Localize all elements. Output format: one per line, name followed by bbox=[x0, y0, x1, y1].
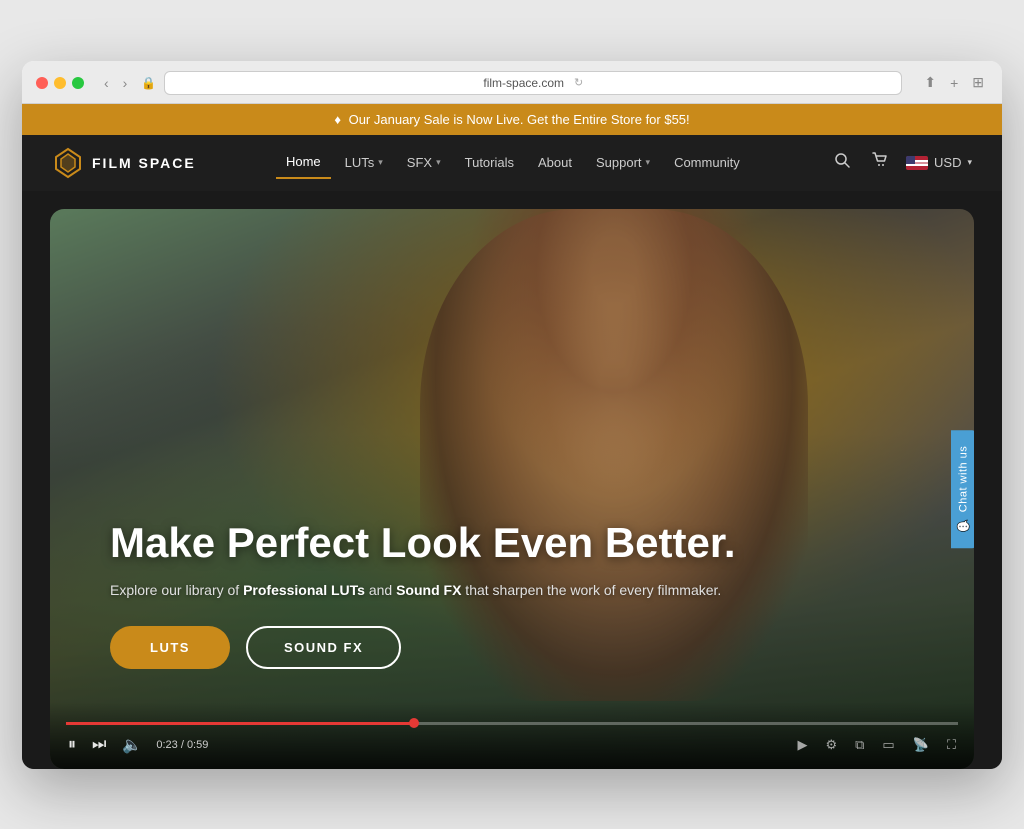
miniplayer-button[interactable]: ⧉ bbox=[853, 735, 866, 755]
maximize-button[interactable] bbox=[72, 77, 84, 89]
cart-icon bbox=[872, 152, 888, 168]
browser-nav-controls: ‹ › bbox=[100, 73, 131, 93]
browser-actions: ⬆ + ⊞ bbox=[920, 72, 988, 93]
cast-button[interactable]: 📡 bbox=[911, 735, 931, 755]
video-progress-fill bbox=[66, 722, 414, 725]
theater-button[interactable]: ▭ bbox=[880, 735, 896, 755]
back-button[interactable]: ‹ bbox=[100, 73, 113, 93]
nav-item-sfx: SFX ▾ bbox=[397, 147, 451, 178]
address-bar[interactable]: film-space.com ↻ bbox=[164, 71, 902, 95]
currency-selector[interactable]: USD ▾ bbox=[906, 155, 972, 170]
settings-button[interactable]: ⚙ bbox=[823, 735, 839, 755]
hero-video-container: Make Perfect Look Even Better. Explore o… bbox=[50, 209, 974, 769]
fullscreen-button[interactable]: ⛶ bbox=[945, 735, 958, 755]
controls-right: ▶ ⚙ ⧉ ▭ 📡 ⛶ bbox=[795, 735, 958, 755]
nav-link-luts[interactable]: LUTs ▾ bbox=[335, 147, 393, 178]
play-circle-button[interactable]: ▶ bbox=[795, 735, 809, 755]
nav-link-sfx[interactable]: SFX ▾ bbox=[397, 147, 451, 178]
search-icon bbox=[834, 152, 850, 168]
us-flag-icon bbox=[906, 156, 928, 170]
time-display: 0:23 / 0:59 bbox=[156, 739, 208, 751]
logo-icon bbox=[52, 147, 84, 179]
cart-button[interactable] bbox=[868, 148, 892, 177]
video-progress-dot bbox=[409, 718, 419, 728]
hero-content: Make Perfect Look Even Better. Explore o… bbox=[50, 209, 974, 769]
currency-chevron-icon: ▾ bbox=[967, 157, 972, 168]
video-progress-bar[interactable] bbox=[66, 722, 958, 725]
sfx-chevron-icon: ▾ bbox=[436, 157, 441, 168]
address-bar-container: 🔒 film-space.com ↻ bbox=[141, 71, 902, 95]
url-text: film-space.com bbox=[483, 76, 564, 90]
next-button[interactable]: ⏭ bbox=[90, 734, 108, 756]
browser-chrome: ‹ › 🔒 film-space.com ↻ ⬆ + ⊞ bbox=[22, 61, 1002, 104]
nav-link-community[interactable]: Community bbox=[664, 147, 750, 178]
logo-text: FILM SPACE bbox=[92, 155, 196, 171]
luts-chevron-icon: ▾ bbox=[378, 157, 383, 168]
nav-item-community: Community bbox=[664, 147, 750, 178]
diamond-icon: ♦ bbox=[334, 112, 341, 127]
minimize-button[interactable] bbox=[54, 77, 66, 89]
controls-row: ⏸ ⏭ 🔈 0:23 / 0:59 ▶ ⚙ ⧉ bbox=[66, 733, 958, 757]
nav-link-tutorials[interactable]: Tutorials bbox=[455, 147, 524, 178]
controls-left: ⏸ ⏭ 🔈 0:23 / 0:59 bbox=[66, 733, 208, 757]
nav-link-support[interactable]: Support ▾ bbox=[586, 147, 660, 178]
nav-link-about[interactable]: About bbox=[528, 147, 582, 178]
nav-link-home[interactable]: Home bbox=[276, 146, 331, 179]
hero-buttons: LUTS SOUND FX bbox=[110, 626, 914, 669]
support-chevron-icon: ▾ bbox=[646, 157, 651, 168]
soundfx-button[interactable]: SOUND FX bbox=[246, 626, 401, 669]
video-controls: ⏸ ⏭ 🔈 0:23 / 0:59 ▶ ⚙ ⧉ bbox=[50, 702, 974, 769]
chat-label: Chat with us bbox=[958, 445, 970, 512]
pause-button[interactable]: ⏸ bbox=[66, 734, 78, 756]
logo-link[interactable]: FILM SPACE bbox=[52, 147, 196, 179]
nav-menu: Home LUTs ▾ SFX ▾ Tutorials bbox=[216, 146, 810, 179]
chat-icon: 💬 bbox=[957, 518, 970, 532]
close-button[interactable] bbox=[36, 77, 48, 89]
share-button[interactable]: ⬆ bbox=[920, 72, 940, 93]
nav-item-luts: LUTs ▾ bbox=[335, 147, 393, 178]
nav-actions: USD ▾ bbox=[830, 148, 972, 177]
main-nav: FILM SPACE Home LUTs ▾ SFX ▾ bbox=[22, 135, 1002, 191]
nav-item-support: Support ▾ bbox=[586, 147, 660, 178]
forward-button[interactable]: › bbox=[119, 73, 132, 93]
hero-section: Make Perfect Look Even Better. Explore o… bbox=[50, 209, 974, 769]
volume-button[interactable]: 🔈 bbox=[120, 733, 144, 757]
reload-icon[interactable]: ↻ bbox=[574, 76, 583, 89]
grid-view-button[interactable]: ⊞ bbox=[968, 72, 988, 93]
currency-text: USD bbox=[934, 155, 961, 170]
nav-item-tutorials: Tutorials bbox=[455, 147, 524, 178]
announcement-bar[interactable]: ♦ Our January Sale is Now Live. Get the … bbox=[22, 104, 1002, 135]
website-content: ♦ Our January Sale is Now Live. Get the … bbox=[22, 104, 1002, 769]
security-icon: 🔒 bbox=[141, 76, 156, 90]
luts-button[interactable]: LUTS bbox=[110, 626, 230, 669]
hero-subtitle: Explore our library of Professional LUTs… bbox=[110, 582, 914, 598]
announcement-text: Our January Sale is Now Live. Get the En… bbox=[349, 112, 690, 127]
new-tab-button[interactable]: + bbox=[946, 73, 962, 93]
hero-title: Make Perfect Look Even Better. bbox=[110, 519, 914, 567]
search-button[interactable] bbox=[830, 148, 854, 177]
traffic-lights bbox=[36, 77, 84, 89]
chat-widget[interactable]: 💬 Chat with us bbox=[951, 429, 974, 547]
nav-item-home: Home bbox=[276, 146, 331, 179]
nav-item-about: About bbox=[528, 147, 582, 178]
browser-window: ‹ › 🔒 film-space.com ↻ ⬆ + ⊞ ♦ Our Janua… bbox=[22, 61, 1002, 769]
